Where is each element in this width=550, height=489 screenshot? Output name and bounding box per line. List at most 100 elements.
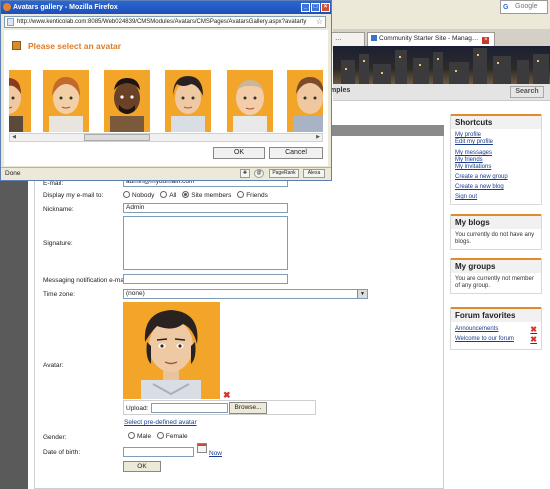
email-label: E-mail: bbox=[43, 180, 64, 187]
avatar-image bbox=[123, 302, 220, 399]
bookmark-star-icon[interactable]: ☆ bbox=[316, 17, 323, 27]
signature-label: Signature: bbox=[43, 240, 73, 247]
link-my-messages[interactable]: My messages bbox=[455, 150, 537, 157]
display-email-label: Display my e-mail to: bbox=[43, 192, 104, 199]
minimize-icon[interactable]: _ bbox=[301, 3, 310, 12]
alexa-button[interactable]: Alexa bbox=[303, 169, 325, 178]
maximize-icon[interactable]: □ bbox=[311, 3, 320, 12]
timezone-select[interactable]: (none) ▼ bbox=[123, 289, 368, 299]
my-groups-text: You are currently not member of any grou… bbox=[455, 276, 534, 289]
at-icon[interactable]: @ bbox=[254, 169, 264, 178]
radio-icon bbox=[128, 432, 135, 439]
gender-radio-group: Male Female bbox=[128, 432, 192, 440]
tab-community-site[interactable]: Community Starter Site - Manag… × bbox=[367, 32, 495, 46]
avatar-label: Avatar: bbox=[43, 362, 64, 369]
favorite-item[interactable]: Announcements ✖ bbox=[455, 326, 537, 334]
window-title-bar[interactable]: Avatars gallery - Mozilla Firefox _ □ × bbox=[1, 1, 331, 14]
timezone-label: Time zone: bbox=[43, 291, 75, 298]
ok-button[interactable]: OK bbox=[213, 147, 265, 159]
link-my-profile[interactable]: My profile bbox=[455, 132, 537, 139]
radio-nobody[interactable]: Nobody bbox=[123, 191, 155, 199]
save-ok-button[interactable]: OK bbox=[123, 461, 161, 472]
avatar-gallery-icon bbox=[12, 41, 21, 50]
my-groups-title: My groups bbox=[451, 258, 541, 273]
radio-icon bbox=[237, 191, 245, 198]
display-email-radio-group: Nobody All Site members Friends bbox=[123, 191, 272, 199]
link-create-group[interactable]: Create a new group bbox=[455, 174, 537, 181]
link-my-invitations[interactable]: My invitations bbox=[455, 164, 537, 171]
radio-label: Nobody bbox=[132, 192, 155, 199]
nickname-field[interactable]: Admin bbox=[123, 203, 288, 213]
dob-label: Date of birth: bbox=[43, 449, 81, 456]
page-icon bbox=[7, 18, 14, 26]
link-edit-my-profile[interactable]: Edit my profile bbox=[455, 139, 537, 146]
remove-favorite-icon[interactable]: ✖ bbox=[530, 326, 537, 334]
upload-file-input[interactable] bbox=[151, 403, 228, 413]
avatar-option[interactable] bbox=[287, 70, 323, 132]
content-header-bar bbox=[330, 125, 444, 136]
browser-search-box[interactable]: G Google bbox=[500, 0, 548, 14]
avatar-option[interactable] bbox=[165, 70, 211, 132]
messaging-email-field[interactable] bbox=[123, 274, 288, 284]
my-blogs-box: My blogs You currently do not have any b… bbox=[450, 214, 542, 250]
radio-male[interactable]: Male bbox=[128, 432, 151, 440]
pagerank-button[interactable]: PageRank bbox=[269, 169, 299, 178]
tab-other[interactable]: … bbox=[331, 32, 365, 46]
radio-friends[interactable]: Friends bbox=[237, 191, 268, 199]
calendar-icon[interactable] bbox=[197, 443, 207, 453]
firefox-icon bbox=[3, 3, 11, 11]
signature-textarea[interactable] bbox=[123, 216, 288, 270]
search-placeholder: Google bbox=[515, 3, 538, 10]
site-banner-skyline bbox=[333, 46, 550, 84]
radio-all[interactable]: All bbox=[160, 191, 177, 199]
avatar-strip bbox=[9, 70, 323, 132]
popup-heading: Please select an avatar bbox=[28, 41, 122, 51]
address-bar[interactable]: http://www.kenticolab.com:8085/Web024839… bbox=[4, 16, 326, 28]
timezone-value: (none) bbox=[126, 290, 145, 297]
radio-site-members[interactable]: Site members bbox=[182, 191, 231, 199]
scroll-right-icon[interactable]: ▶ bbox=[314, 134, 322, 141]
chevron-down-icon: ▼ bbox=[357, 290, 367, 298]
radio-label: Female bbox=[165, 433, 188, 440]
shortcuts-title: Shortcuts bbox=[451, 114, 541, 129]
addon-icon[interactable]: ✚ bbox=[240, 169, 250, 178]
radio-label: All bbox=[169, 192, 177, 199]
page-icon bbox=[371, 35, 377, 41]
browse-button[interactable]: Browse... bbox=[229, 402, 267, 414]
shortcuts-box: Shortcuts My profile Edit my profile My … bbox=[450, 114, 542, 205]
radio-female[interactable]: Female bbox=[156, 432, 188, 440]
select-predefined-avatar-link[interactable]: Select pre-defined avatar bbox=[124, 419, 197, 426]
radio-icon bbox=[160, 191, 168, 198]
nav-item-examples[interactable]: mples bbox=[330, 87, 350, 94]
close-icon[interactable]: × bbox=[321, 3, 330, 12]
radio-label: Friends bbox=[246, 192, 268, 199]
link-sign-out[interactable]: Sign out bbox=[455, 194, 537, 201]
delete-avatar-icon[interactable]: ✖ bbox=[223, 391, 231, 400]
window-title: Avatars gallery - Mozilla Firefox bbox=[13, 4, 118, 11]
forum-favorites-title: Forum favorites bbox=[451, 307, 541, 322]
horizontal-scrollbar[interactable] bbox=[9, 133, 323, 142]
nickname-label: Nickname: bbox=[43, 206, 74, 213]
tab-label: Community Starter Site - Manag… bbox=[379, 35, 479, 42]
scroll-left-icon[interactable]: ◀ bbox=[10, 134, 18, 141]
remove-favorite-icon[interactable]: ✖ bbox=[530, 336, 537, 344]
avatar-option[interactable] bbox=[104, 70, 150, 132]
favorite-item[interactable]: Welcome to our forum ✖ bbox=[455, 336, 537, 344]
cancel-button[interactable]: Cancel bbox=[269, 147, 323, 159]
link-my-friends[interactable]: My friends bbox=[455, 157, 537, 164]
my-blogs-title: My blogs bbox=[451, 214, 541, 229]
radio-icon bbox=[123, 191, 130, 198]
avatar-option[interactable] bbox=[9, 70, 31, 132]
now-link[interactable]: Now bbox=[209, 450, 222, 457]
avatar-option[interactable] bbox=[227, 70, 273, 132]
site-search-button[interactable]: Search bbox=[510, 86, 544, 98]
link-create-blog[interactable]: Create a new blog bbox=[455, 184, 537, 191]
scrollbar-thumb[interactable] bbox=[84, 134, 150, 141]
radio-icon bbox=[156, 432, 164, 439]
favorite-label[interactable]: Announcements bbox=[455, 326, 498, 333]
tab-label: … bbox=[335, 35, 342, 42]
avatar-option[interactable] bbox=[43, 70, 89, 132]
dob-field[interactable] bbox=[123, 447, 194, 457]
close-tab-icon[interactable]: × bbox=[482, 37, 490, 44]
favorite-label[interactable]: Welcome to our forum bbox=[455, 336, 514, 343]
